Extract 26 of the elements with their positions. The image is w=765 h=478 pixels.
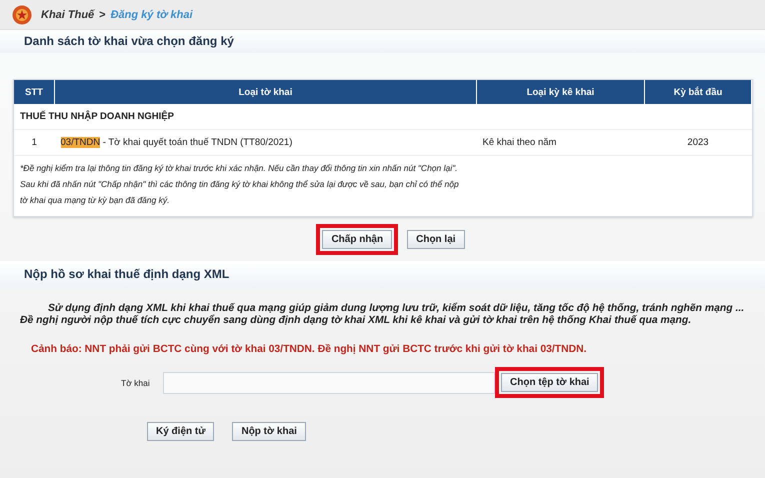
description-text: Sử dụng định dạng XML khi khai thuế qua mạng giúp giảm dung lượng lưu trữ, kiểm soát dữ liệu, tăng tốc độ hệ thống, tránh nghẽn mạng ... Đề nghị người nộp thuế tích cực chuyển sang dùng định dạng tờ khai XML khi kê khai và gửi tờ khai trên hệ thống Khai thuế qua mạng. (20, 303, 745, 327)
table-cell: Kê khai theo năm (476, 130, 644, 156)
choose-file-button[interactable]: Chọn tệp tờ khai (501, 373, 598, 392)
section-title: Nộp hồ sơ khai thuế định dạng XML (0, 261, 765, 289)
warning-text: Cảnh báo: NNT phải gửi BCTC cùng với tờ khai 03/TNDN. Đề nghị NNT gửi BCTC trước khi gửi tờ khai 03/TNDN. (31, 344, 588, 355)
table-cell: 2023 (644, 130, 752, 156)
emblem-icon (12, 4, 32, 24)
action-button[interactable]: Ký điện tử (147, 422, 214, 441)
note-text: *Đề nghị kiểm tra lại thông tin đăng ký tờ khai trước khi xác nhận. Nếu cần thay đổi thông tin xin nhấn nút "Chọn lại". (20, 162, 459, 175)
file-input-field[interactable] (163, 372, 495, 394)
action-button[interactable]: Chọn lại (407, 230, 465, 249)
column-header: Loại kỳ kê khai (476, 80, 644, 104)
column-header: STT (14, 80, 54, 104)
field-label: Tờ khai (121, 378, 151, 388)
action-button[interactable]: Chấp nhận (322, 230, 392, 249)
column-header: Loại tờ khai (54, 80, 476, 104)
breadcrumb-separator: > (99, 8, 106, 20)
form-name: - Tờ khai quyết toán thuế TNDN (TT80/2021) (102, 137, 292, 148)
action-button[interactable]: Nộp tờ khai (232, 422, 306, 441)
column-header: Kỳ bắt đầu (644, 80, 752, 104)
group-row: THUẾ THU NHẬP DOANH NGHIỆP (14, 104, 752, 130)
section-title: Danh sách tờ khai vừa chọn đăng ký (0, 30, 765, 53)
table-cell: 1 (14, 130, 54, 156)
note-text: Sau khi đã nhấn nút "Chấp nhận" thì các thông tin đăng ký tờ khai không thể sửa lại được về sau, bạn chỉ có thể nộp (20, 178, 460, 191)
breadcrumb-link[interactable]: Khai Thuế (41, 8, 94, 20)
note-text: tờ khai qua mạng từ kỳ bạn đã đăng ký. (20, 194, 170, 207)
